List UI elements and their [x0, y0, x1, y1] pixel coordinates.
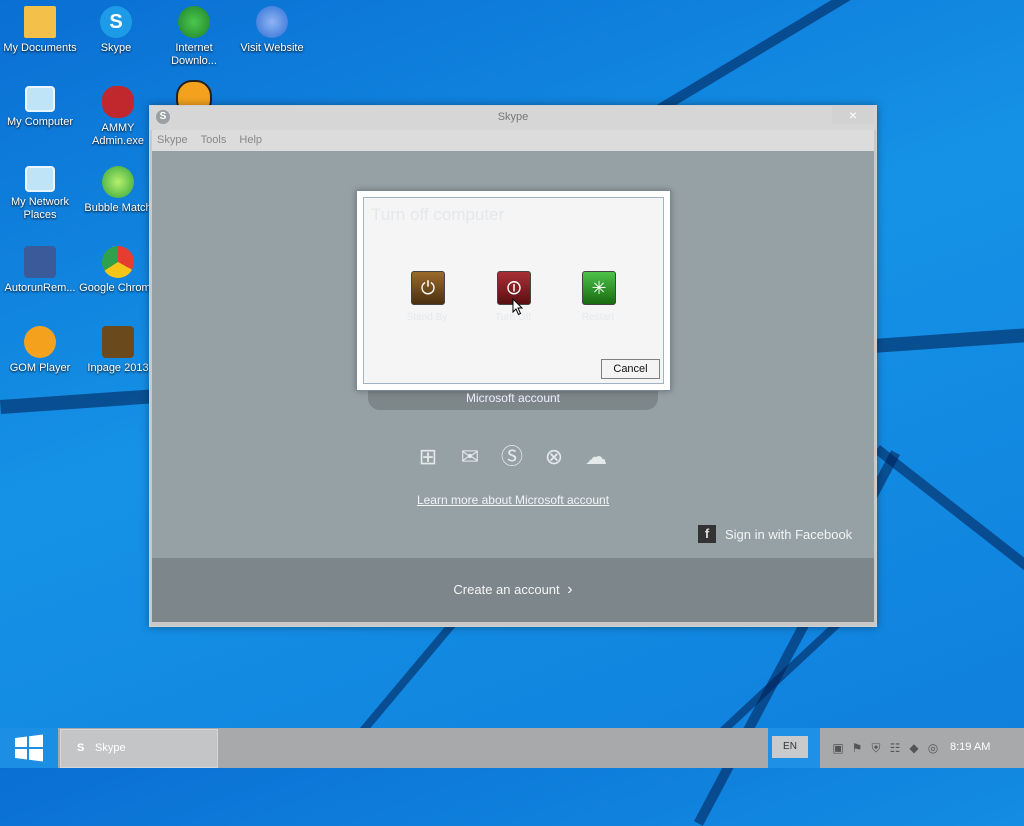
- menu-bar: Skype Tools Help: [152, 130, 874, 151]
- desktop-icon-label: AMMY Admin.exe: [92, 122, 144, 147]
- restart-icon: ✳: [591, 278, 607, 298]
- close-button[interactable]: ×: [832, 106, 874, 124]
- desktop-icon-label: Visit Website: [240, 42, 304, 54]
- restart-button[interactable]: ✳: [582, 271, 616, 305]
- desktop-icon-label: Bubble Match: [84, 202, 152, 214]
- desktop-icon-label: Skype: [100, 42, 132, 54]
- network-icon: [25, 166, 55, 192]
- gom-icon: [24, 326, 56, 358]
- language-indicator[interactable]: EN: [768, 728, 820, 768]
- desktop-icon-label: My Computer: [6, 116, 74, 128]
- desktop-icon-google-chrome[interactable]: Google Chrome: [78, 246, 158, 295]
- learn-more-link[interactable]: Learn more about Microsoft account: [152, 493, 874, 507]
- microsoft-services-icons: ⊞ ✉ Ⓢ ⊗ ☁: [414, 443, 614, 471]
- dialog-title: Turn off computer: [371, 205, 505, 224]
- window-title: Skype: [497, 111, 529, 123]
- start-button[interactable]: [0, 728, 58, 768]
- menu-help[interactable]: Help: [234, 130, 267, 150]
- sync-icon[interactable]: ◎: [925, 740, 941, 756]
- skype-icon: Ⓢ: [500, 444, 523, 469]
- create-account-button[interactable]: Create an account ›: [152, 558, 874, 622]
- idm-icon: [178, 6, 210, 38]
- desktop-icon-autorun-remover[interactable]: AutorunRem...: [0, 246, 80, 295]
- turn-off-dialog[interactable]: Turn off computer ⏻ Stand By ⏼ Turn Off …: [356, 190, 671, 391]
- desktop-icon-gom-player[interactable]: GOM Player: [0, 326, 80, 375]
- desktop-icon-my-computer[interactable]: My Computer: [0, 86, 80, 129]
- inpage-icon: [102, 326, 134, 358]
- desktop-icon-label: Inpage 2013: [87, 362, 149, 374]
- desktop-icon-bubble-match[interactable]: Bubble Match: [78, 166, 158, 215]
- ammy-icon: [102, 86, 134, 118]
- desktop-icon-inpage-2013[interactable]: Inpage 2013: [78, 326, 158, 375]
- language-label: EN: [772, 736, 808, 758]
- globe-icon: [256, 6, 288, 38]
- chevron-right-icon: ›: [567, 581, 573, 598]
- restart-label: Restart: [581, 312, 615, 323]
- desktop-icon-label: Google Chrome: [79, 282, 157, 294]
- desktop-icon-internet-download[interactable]: Internet Downlo...: [154, 6, 234, 68]
- clock[interactable]: 8:19 AM: [950, 741, 990, 753]
- title-bar[interactable]: S Skype ×: [150, 106, 876, 130]
- flag-icon[interactable]: ⚑: [849, 740, 865, 756]
- mouse-cursor-icon: [512, 298, 524, 316]
- windows-icon: ⊞: [418, 444, 438, 469]
- folder-icon: [24, 6, 56, 38]
- taskbar-item-label: Skype: [95, 742, 126, 754]
- skype-icon: S: [100, 6, 132, 38]
- autorun-icon: [24, 246, 56, 278]
- desktop-icon-my-documents[interactable]: My Documents: [0, 6, 80, 55]
- facebook-signin-link[interactable]: f Sign in with Facebook: [698, 525, 852, 543]
- desktop-icon-label: My Documents: [3, 42, 77, 54]
- menu-skype[interactable]: Skype: [152, 130, 193, 150]
- windows-logo-icon: [15, 734, 43, 762]
- shield-icon[interactable]: ⛨: [868, 740, 884, 756]
- desktop-icon-label: Internet Downlo...: [171, 42, 217, 67]
- facebook-icon: f: [698, 525, 716, 543]
- menu-tools[interactable]: Tools: [196, 130, 232, 150]
- standby-icon: ⏻: [420, 278, 436, 298]
- computer-icon: [25, 86, 55, 112]
- taskbar: S Skype EN ▣ ⚑ ⛨ ☷ ◆ ◎ 8:19 AM: [0, 728, 1024, 768]
- desktop-icon-visit-website[interactable]: Visit Website: [232, 6, 312, 55]
- desktop-icon-skype[interactable]: S Skype: [76, 6, 156, 55]
- xbox-icon: ⊗: [544, 444, 564, 469]
- taskbar-item-skype[interactable]: S Skype: [60, 729, 218, 768]
- onedrive-icon: ☁: [585, 444, 607, 469]
- chrome-icon: [102, 246, 134, 278]
- standby-button[interactable]: ⏻: [411, 271, 445, 305]
- desktop-icon-ammy-admin[interactable]: AMMY Admin.exe: [78, 86, 158, 148]
- power-icon: ⏼: [506, 278, 522, 298]
- system-tray: ▣ ⚑ ⛨ ☷ ◆ ◎: [830, 740, 941, 756]
- bubble-icon: [102, 166, 134, 198]
- desktop-icon-label: My Network Places: [10, 196, 70, 221]
- cancel-button[interactable]: Cancel: [601, 359, 660, 379]
- standby-label: Stand By: [406, 312, 448, 323]
- desktop-icon-my-network-places[interactable]: My Network Places: [0, 166, 80, 222]
- display-icon[interactable]: ▣: [830, 740, 846, 756]
- network-icon[interactable]: ☷: [887, 740, 903, 756]
- desktop-icon-label: GOM Player: [9, 362, 71, 374]
- facebook-signin-label: Sign in with Facebook: [725, 526, 853, 542]
- dialog-body: Turn off computer ⏻ Stand By ⏼ Turn Off …: [363, 197, 664, 384]
- skype-icon: S: [77, 742, 85, 754]
- speaker-icon[interactable]: ◆: [906, 740, 922, 756]
- create-account-label: Create an account: [453, 582, 560, 597]
- outlook-icon: ✉: [460, 444, 480, 469]
- desktop-icon-label: AutorunRem...: [4, 282, 76, 294]
